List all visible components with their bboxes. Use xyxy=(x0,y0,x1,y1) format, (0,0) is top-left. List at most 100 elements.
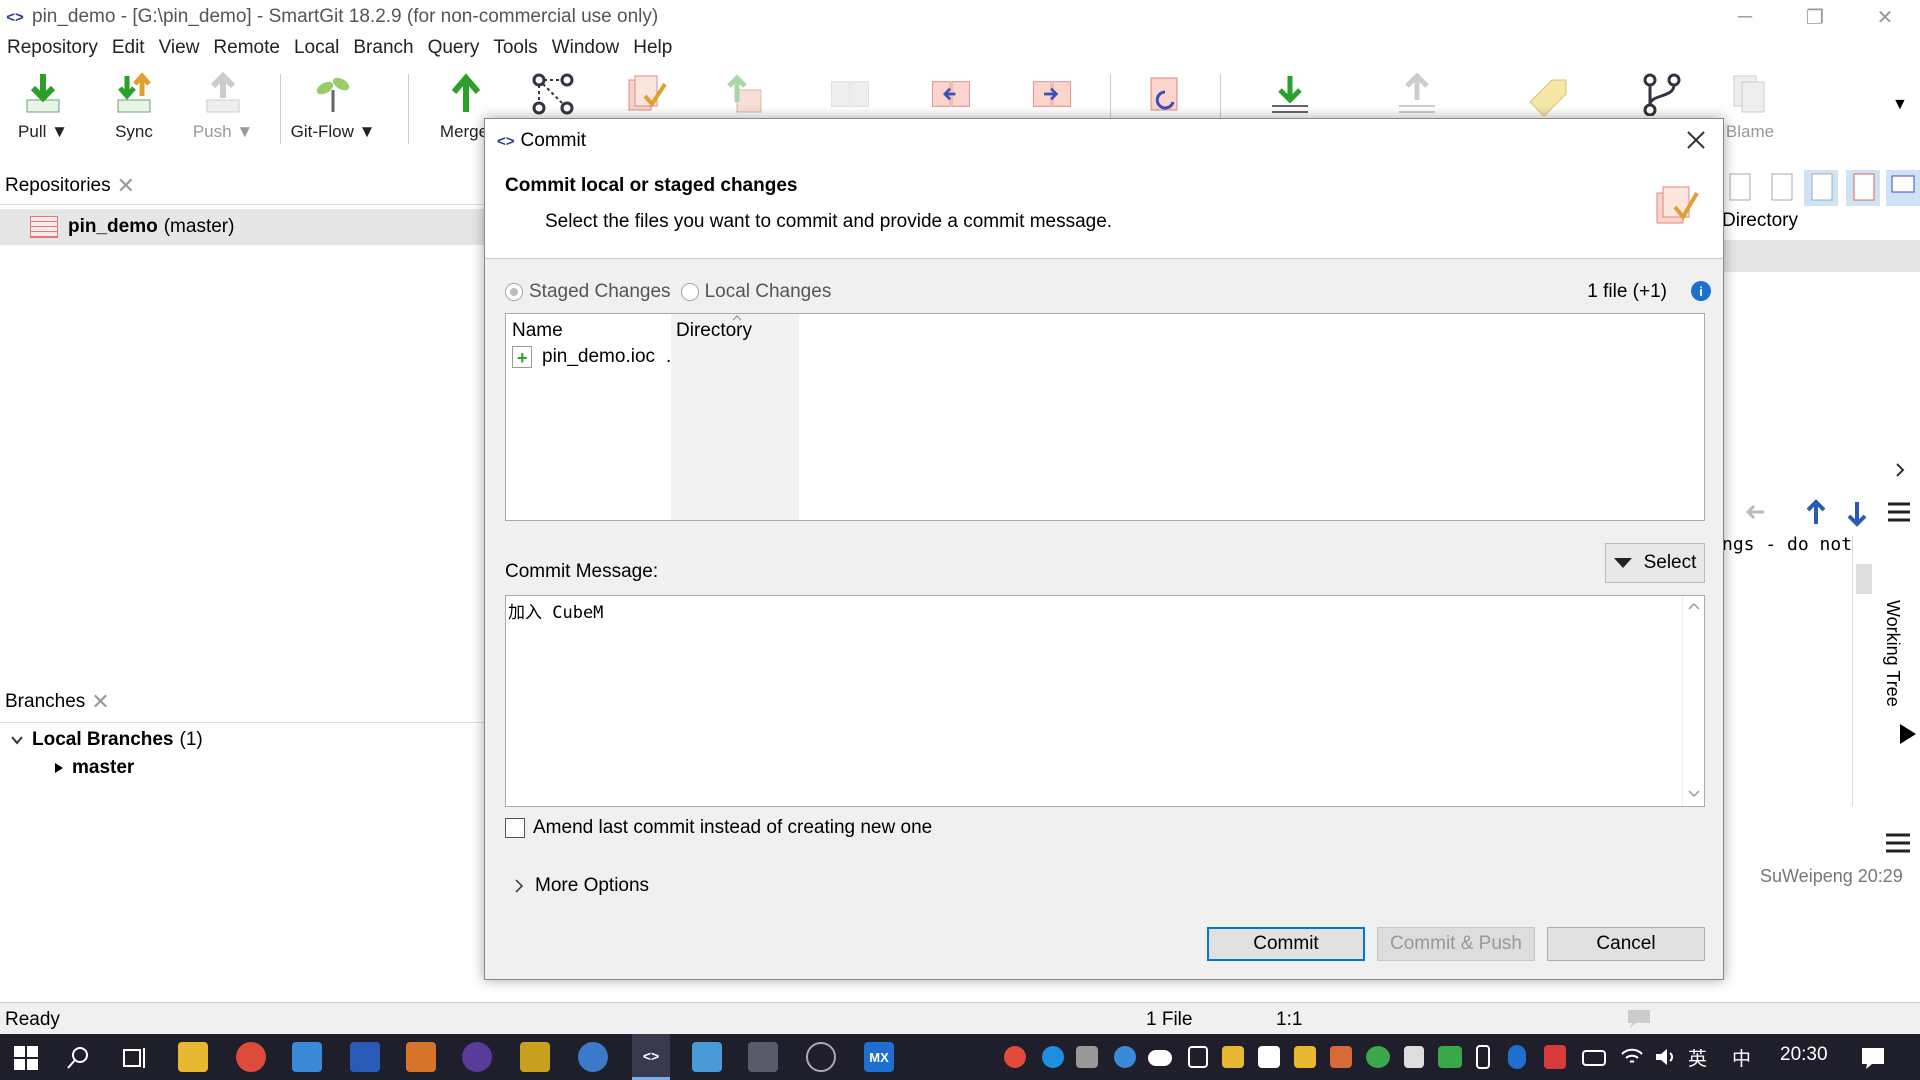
stm32cubemx-icon[interactable]: MX xyxy=(864,1042,894,1072)
restore-button[interactable]: ❐ xyxy=(1780,0,1850,34)
scroll-up-icon[interactable] xyxy=(1688,602,1700,610)
commit-toolbar-button[interactable] xyxy=(607,72,687,116)
undo-commit-button[interactable] xyxy=(705,72,785,116)
apply-changes-button[interactable] xyxy=(1012,72,1092,116)
menu-view[interactable]: View xyxy=(152,37,207,59)
tray-icon-orange[interactable] xyxy=(1330,1046,1352,1068)
task-view-icon[interactable] xyxy=(122,1046,148,1070)
app-icon-globe[interactable] xyxy=(578,1042,608,1072)
notification-bubble-icon[interactable] xyxy=(1626,1008,1652,1030)
app-icon-orange[interactable] xyxy=(406,1042,436,1072)
local-changes-radio[interactable] xyxy=(680,283,699,301)
repository-row-pin-demo[interactable]: pin_demo (master) xyxy=(0,209,484,245)
info-icon[interactable]: i xyxy=(1691,281,1711,301)
close-window-button[interactable]: ✕ xyxy=(1850,0,1920,34)
status-cursor-position: 1:1 xyxy=(1276,1009,1303,1030)
dialog-close-icon[interactable] xyxy=(1683,127,1709,153)
files-selected-row xyxy=(1722,240,1920,272)
discard-button[interactable] xyxy=(1125,72,1205,116)
menu-help[interactable]: Help xyxy=(626,37,679,59)
tray-icon-green[interactable] xyxy=(1438,1046,1462,1068)
app-icon-notes[interactable] xyxy=(692,1042,722,1072)
working-tree-tab[interactable]: Working Tree xyxy=(1882,600,1903,707)
chrome-icon[interactable] xyxy=(236,1042,266,1072)
tray-icon-red[interactable] xyxy=(1004,1046,1026,1068)
app-icon-purple[interactable] xyxy=(462,1042,492,1072)
commit-message-textarea[interactable]: 加入 CubeM xyxy=(505,595,1705,807)
ime-language-indicator[interactable]: 英 xyxy=(1688,1044,1707,1071)
expand-arrow-icon[interactable] xyxy=(1898,722,1918,746)
photos-icon[interactable] xyxy=(748,1042,778,1072)
menu-branch[interactable]: Branch xyxy=(346,37,420,59)
smartgit-taskbar-icon[interactable]: <> xyxy=(632,1034,670,1080)
column-header-name[interactable]: Name xyxy=(512,320,563,342)
repositories-close-button[interactable]: ✕ xyxy=(117,173,135,199)
cancel-button[interactable]: Cancel xyxy=(1547,927,1705,961)
menu-edit[interactable]: Edit xyxy=(105,37,152,59)
app-icon-yellow[interactable] xyxy=(520,1042,550,1072)
tray-icon-usb[interactable] xyxy=(1404,1046,1424,1068)
branches-close-button[interactable]: ✕ xyxy=(91,689,109,715)
pull-button[interactable]: Pull ▼ xyxy=(3,72,83,142)
amend-option[interactable]: Amend last commit instead of creating ne… xyxy=(505,817,932,839)
tag-button[interactable] xyxy=(1508,72,1588,116)
wifi-icon[interactable] xyxy=(1620,1046,1644,1068)
windows-start-icon[interactable] xyxy=(14,1046,38,1070)
search-icon[interactable] xyxy=(66,1046,90,1070)
branch-master[interactable]: master xyxy=(54,757,134,779)
onedrive-icon[interactable] xyxy=(1148,1050,1172,1066)
taskbar-clock[interactable]: 20:30 xyxy=(1780,1044,1828,1066)
minimize-button[interactable]: ─ xyxy=(1710,0,1780,34)
tray-icon-grid[interactable] xyxy=(1258,1046,1280,1068)
tray-icon-window[interactable] xyxy=(1188,1046,1208,1068)
app-icon-gear[interactable] xyxy=(350,1042,380,1072)
menu-query[interactable]: Query xyxy=(421,37,487,59)
diff-navigation-icons[interactable] xyxy=(1740,496,1918,530)
action-center-icon[interactable] xyxy=(1860,1046,1886,1070)
log-graph-button[interactable] xyxy=(513,72,593,116)
message-scrollbar[interactable] xyxy=(1682,596,1704,806)
menu-remote[interactable]: Remote xyxy=(206,37,287,59)
ime-mode-indicator[interactable]: 中 xyxy=(1732,1044,1751,1071)
fetch-button[interactable] xyxy=(1250,72,1330,116)
menu-window[interactable]: Window xyxy=(545,37,627,59)
column-header-directory[interactable]: Directory xyxy=(676,320,752,342)
volume-icon[interactable] xyxy=(1654,1046,1678,1068)
local-branches-node[interactable]: Local Branches (1) xyxy=(10,729,203,751)
hamburger-menu-icon[interactable] xyxy=(1884,832,1912,854)
file-explorer-icon[interactable] xyxy=(178,1042,208,1072)
tray-icon-mail[interactable] xyxy=(1222,1046,1244,1068)
scroll-down-icon[interactable] xyxy=(1688,790,1700,798)
table-row[interactable]: pin_demo.ioc . xyxy=(512,346,671,368)
tray-icon-check[interactable] xyxy=(1114,1046,1136,1068)
menu-repository[interactable]: Repository xyxy=(0,37,105,59)
compare-disabled-button[interactable] xyxy=(810,72,890,116)
security-shield-icon[interactable] xyxy=(1544,1045,1566,1069)
toolbar-overflow-button[interactable]: ▼ xyxy=(1892,96,1908,114)
stash-button[interactable] xyxy=(1377,72,1457,116)
tray-icon-note[interactable] xyxy=(1294,1046,1316,1068)
bluetooth-icon[interactable] xyxy=(1508,1045,1526,1069)
push-button[interactable]: Push ▼ xyxy=(183,72,263,142)
gitflow-button[interactable]: Git-Flow ▼ xyxy=(291,72,375,142)
skype-icon[interactable] xyxy=(1042,1046,1064,1068)
menu-tools[interactable]: Tools xyxy=(486,37,544,59)
branch-button[interactable] xyxy=(1622,72,1702,116)
amend-checkbox[interactable] xyxy=(505,818,525,838)
more-options-toggle[interactable]: More Options xyxy=(513,875,649,897)
diff-scrollbar[interactable] xyxy=(1852,536,1874,806)
app-icon-blue[interactable] xyxy=(292,1042,322,1072)
select-message-button[interactable]: Select xyxy=(1605,543,1705,583)
merge-files-button[interactable] xyxy=(911,72,991,116)
chevron-right-icon[interactable] xyxy=(1892,462,1908,478)
commit-button[interactable]: Commit xyxy=(1207,927,1365,961)
app-icon-circle[interactable] xyxy=(806,1042,836,1072)
staged-changes-radio[interactable] xyxy=(505,283,523,301)
commit-and-push-button[interactable]: Commit & Push xyxy=(1377,927,1535,961)
wechat-icon[interactable] xyxy=(1366,1046,1390,1068)
sync-button[interactable]: Sync xyxy=(94,72,174,142)
battery-icon[interactable] xyxy=(1582,1050,1606,1066)
tray-icon-phone[interactable] xyxy=(1476,1045,1490,1069)
tray-icon-printer[interactable] xyxy=(1076,1046,1098,1068)
menu-local[interactable]: Local xyxy=(287,37,346,59)
